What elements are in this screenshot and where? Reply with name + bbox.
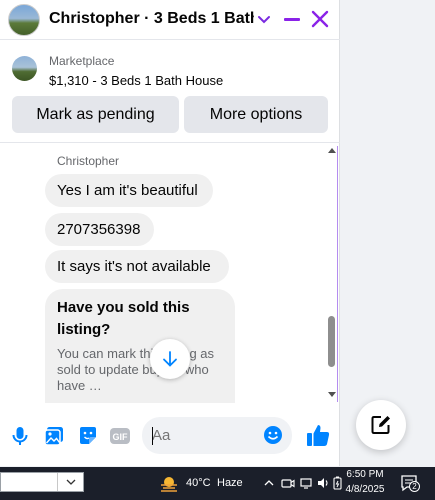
svg-text:GIF: GIF [113,432,129,442]
message-list[interactable]: Christopher Yes I am it's beautiful 2707… [0,143,340,403]
chat-window: Christopher · 3 Beds 1 Bath… Marketplace… [0,0,340,466]
windows-taskbar: 40°C Haze 6:50 PM 4/8/2025 2 [0,467,435,500]
chat-title[interactable]: Christopher · 3 Beds 1 Bath… [49,10,254,28]
dropdown-arrow-icon[interactable] [57,473,83,491]
weather-condition[interactable]: Haze [217,477,243,489]
emoji-icon[interactable] [263,425,283,445]
image-icon[interactable] [42,424,66,448]
taskbar-search-box[interactable] [0,472,84,492]
sender-name: Christopher [57,154,120,168]
listing-thumbnail[interactable] [12,56,37,81]
listing-title[interactable]: $1,310 - 3 Beds 1 Bath House [49,73,223,88]
scroll-to-bottom-button[interactable] [150,339,190,379]
microphone-icon[interactable] [8,424,32,448]
sticker-icon[interactable] [76,424,100,448]
card-title: Have you sold this listing? [57,299,190,338]
show-hidden-icons-chevron-icon[interactable] [262,475,276,491]
clock-time[interactable]: 6:50 PM [346,469,384,480]
gif-icon[interactable]: GIF [108,424,132,448]
new-message-button[interactable] [356,400,406,450]
volume-icon[interactable] [317,475,331,491]
chat-header[interactable]: Christopher · 3 Beds 1 Bath… [0,0,340,40]
close-icon[interactable] [311,9,329,29]
clock-date[interactable]: 4/8/2025 [344,484,386,495]
focus-border [337,146,338,402]
compose-icon [371,416,390,434]
marketplace-listing[interactable]: Marketplace $1,310 - 3 Beds 1 Bath House [0,48,340,92]
message-bubble[interactable]: It says it's not available [45,250,229,283]
mark-as-pending-button[interactable]: Mark as pending [12,96,179,133]
notification-count-badge: 2 [409,481,420,492]
more-options-button[interactable]: More options [184,96,328,133]
message-composer: GIF [0,410,340,466]
thumbs-up-icon[interactable] [305,422,331,448]
weather-temperature[interactable]: 40°C [186,477,211,489]
minimize-icon[interactable] [284,18,300,21]
scrollbar-thumb[interactable] [328,316,335,367]
avatar[interactable] [8,4,40,36]
network-icon[interactable] [299,475,313,491]
card-text: You can mark this listing as sold to upd… [57,346,215,393]
haze-weather-icon[interactable] [158,474,180,492]
chevron-down-icon[interactable] [257,9,271,29]
text-caret [152,427,153,445]
battery-icon[interactable] [331,475,345,491]
listing-sold-prompt-card[interactable]: Have you sold this listing? You can mark… [45,289,235,403]
screen: Christopher · 3 Beds 1 Bath… Marketplace… [0,0,435,500]
scroll-up-arrow-icon[interactable] [327,146,337,154]
marketplace-label: Marketplace [49,54,115,68]
camera-tray-icon[interactable] [281,475,295,491]
arrow-down-icon [163,351,177,367]
message-bubble[interactable]: Yes I am it's beautiful [45,174,213,207]
scroll-down-arrow-icon[interactable] [327,391,337,399]
message-bubble[interactable]: 2707356398 [45,213,154,246]
